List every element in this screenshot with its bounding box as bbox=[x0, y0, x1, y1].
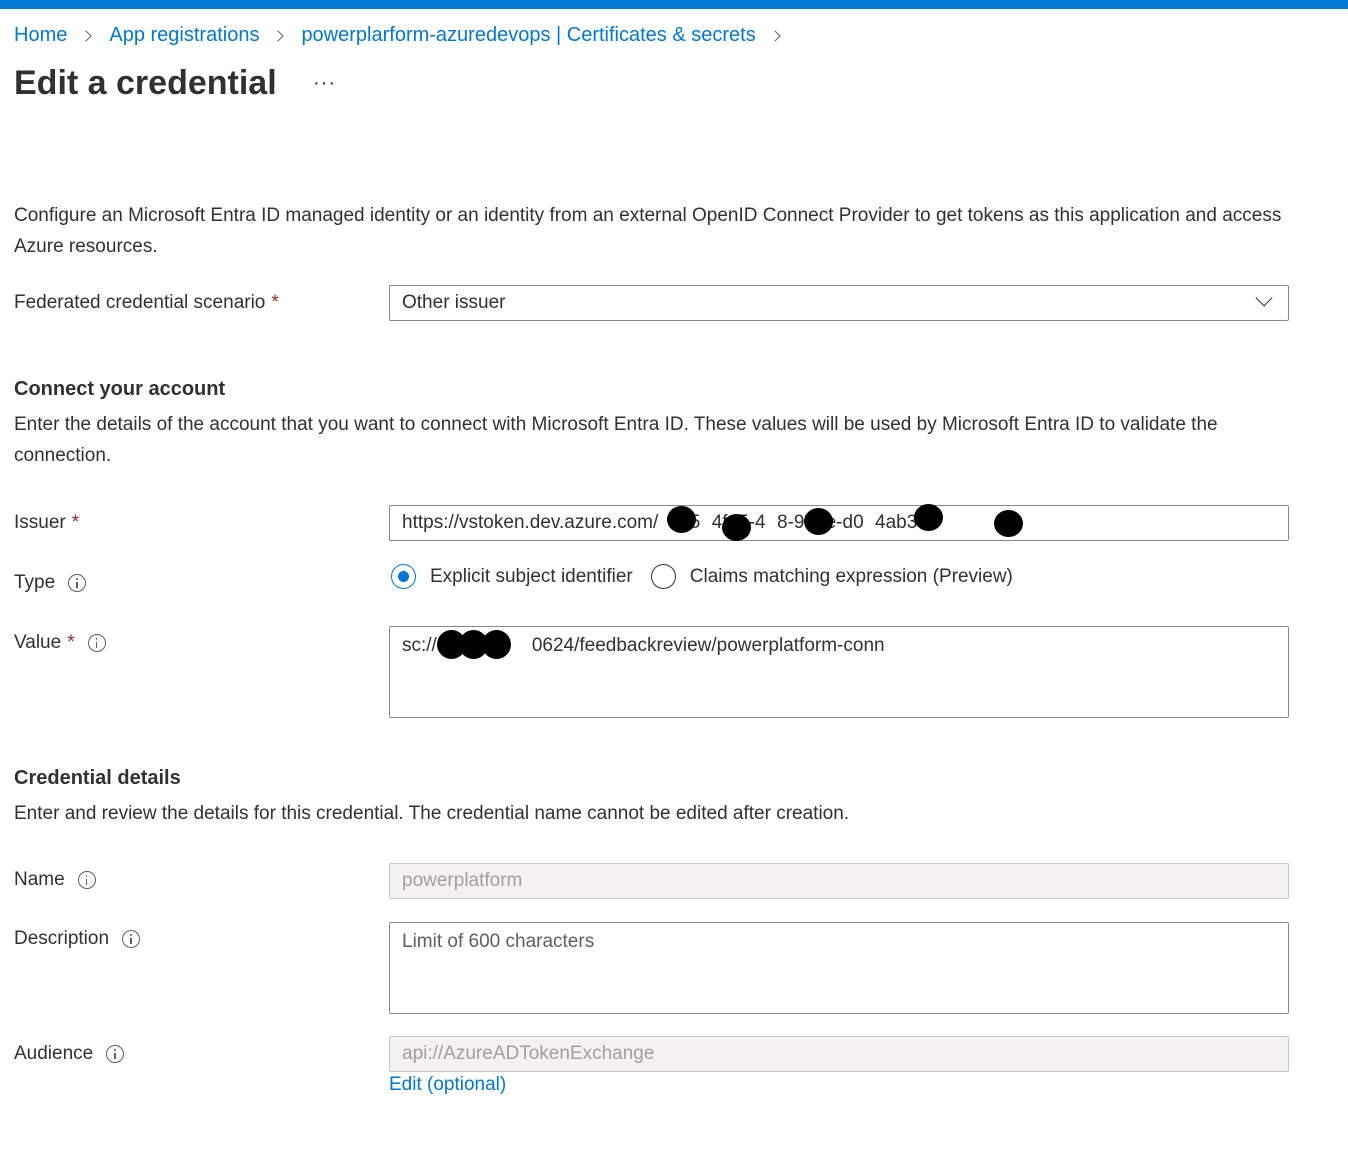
chevron-down-icon bbox=[1255, 289, 1273, 307]
value-label: Value * bbox=[14, 632, 106, 654]
breadcrumb: Home App registrations powerplarform-azu… bbox=[14, 24, 798, 47]
audience-value: api://AzureADTokenExchange bbox=[402, 1043, 655, 1064]
value-label-text: Value bbox=[14, 632, 62, 653]
connect-description: Enter the details of the account that yo… bbox=[14, 414, 1218, 466]
radio-claims-matching-label: Claims matching expression (Preview) bbox=[689, 565, 1013, 587]
required-marker: * bbox=[271, 292, 279, 313]
radio-explicit-subject[interactable]: Explicit subject identifier bbox=[391, 564, 633, 589]
name-label-text: Name bbox=[14, 869, 65, 890]
radio-explicit-subject-label: Explicit subject identifier bbox=[430, 565, 633, 587]
value-textarea[interactable]: sc:// 0624/feedbackreview/powerplatform-… bbox=[389, 626, 1289, 718]
scenario-dropdown[interactable]: Other issuer bbox=[389, 285, 1289, 321]
redaction-mark bbox=[667, 506, 696, 533]
info-icon[interactable] bbox=[106, 1045, 125, 1063]
top-accent-bar bbox=[0, 0, 1348, 9]
details-heading: Credential details bbox=[14, 767, 181, 789]
type-radio-group: Explicit subject identifier Claims match… bbox=[391, 564, 1031, 589]
required-marker: * bbox=[71, 512, 80, 533]
audience-edit-link[interactable]: Edit (optional) bbox=[389, 1074, 506, 1096]
radio-checked-icon bbox=[391, 564, 416, 589]
breadcrumb-certificates-secrets[interactable]: powerplarform-azuredevops | Certificates… bbox=[301, 24, 755, 47]
radio-unchecked-icon bbox=[650, 564, 676, 589]
scenario-label: Federated credential scenario * bbox=[14, 292, 279, 314]
redaction-mark bbox=[804, 508, 833, 535]
info-icon[interactable] bbox=[68, 574, 87, 592]
details-description: Enter and review the details for this cr… bbox=[14, 803, 850, 824]
issuer-value: https://vstoken.dev.azure.com/ dc5 4f45-… bbox=[402, 512, 928, 533]
name-input: powerplatform bbox=[389, 863, 1289, 899]
audience-label-text: Audience bbox=[14, 1043, 94, 1064]
more-options-button[interactable]: ··· bbox=[313, 72, 336, 95]
chevron-right-icon bbox=[270, 26, 290, 46]
description-textarea[interactable]: Limit of 600 characters bbox=[389, 922, 1289, 1014]
name-value: powerplatform bbox=[402, 870, 523, 891]
radio-claims-matching[interactable]: Claims matching expression (Preview) bbox=[650, 564, 1013, 589]
type-label: Type bbox=[14, 572, 87, 594]
required-marker: * bbox=[67, 632, 75, 653]
scenario-label-text: Federated credential scenario bbox=[14, 292, 266, 313]
description-label: Description bbox=[14, 928, 141, 950]
issuer-input[interactable]: https://vstoken.dev.azure.com/ dc5 4f45-… bbox=[389, 505, 1289, 541]
audience-input: api://AzureADTokenExchange bbox=[389, 1036, 1289, 1072]
type-label-text: Type bbox=[14, 572, 56, 593]
info-icon[interactable] bbox=[77, 871, 96, 889]
chevron-right-icon bbox=[767, 26, 787, 46]
issuer-label: Issuer * bbox=[14, 512, 79, 534]
redaction-mark bbox=[482, 630, 511, 659]
redaction-mark bbox=[914, 504, 943, 531]
info-icon[interactable] bbox=[87, 634, 106, 652]
name-label: Name bbox=[14, 869, 96, 891]
description-placeholder: Limit of 600 characters bbox=[402, 931, 595, 952]
redaction-mark bbox=[994, 510, 1023, 537]
page-title: Edit a credential bbox=[14, 64, 277, 102]
breadcrumb-app-registrations[interactable]: App registrations bbox=[109, 24, 259, 47]
redaction-mark bbox=[722, 514, 751, 541]
audience-label: Audience bbox=[14, 1043, 125, 1065]
connect-heading: Connect your account bbox=[14, 378, 226, 400]
scenario-selected-value: Other issuer bbox=[402, 292, 506, 313]
chevron-right-icon bbox=[78, 26, 98, 46]
intro-text: Configure an Microsoft Entra ID managed … bbox=[14, 205, 1282, 257]
issuer-label-text: Issuer bbox=[14, 512, 66, 533]
description-label-text: Description bbox=[14, 928, 110, 949]
breadcrumb-home[interactable]: Home bbox=[14, 24, 67, 47]
info-icon[interactable] bbox=[122, 930, 141, 948]
